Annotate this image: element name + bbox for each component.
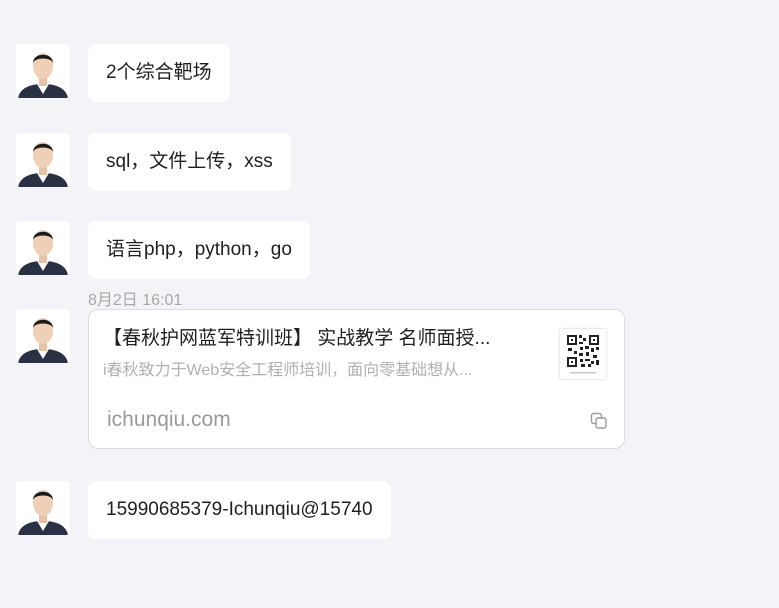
message-row: 语言php，python，go	[16, 221, 310, 279]
message-bubble[interactable]: 15990685379-Ichunqiu@15740	[88, 481, 391, 539]
link-card-title: 【春秋护网蓝军特训班】 实战教学 名师面授...	[103, 328, 491, 349]
avatar[interactable]	[16, 44, 70, 98]
avatar[interactable]	[16, 309, 70, 363]
message-row: 15990685379-Ichunqiu@15740	[16, 481, 391, 539]
avatar[interactable]	[16, 481, 70, 535]
avatar[interactable]	[16, 221, 70, 275]
link-card-description: i春秋致力于Web安全工程师培训，面向零基础想从...	[103, 362, 473, 379]
message-row: sql，文件上传，xss	[16, 133, 291, 191]
message-timestamp: 8月2日 16:01	[88, 292, 183, 309]
message-bubble[interactable]: sql，文件上传，xss	[88, 133, 291, 191]
copy-icon[interactable]	[590, 412, 608, 430]
message-bubble[interactable]: 语言php，python，go	[88, 221, 310, 279]
message-row: 【春秋护网蓝军特训班】 实战教学 名师面授... i春秋致力于Web安全工程师培…	[16, 309, 625, 449]
qr-code-icon	[560, 329, 606, 379]
message-row: 2个综合靶场	[16, 44, 230, 102]
link-card-source: ichunqiu.com	[107, 408, 231, 431]
link-card[interactable]: 【春秋护网蓝军特训班】 实战教学 名师面授... i春秋致力于Web安全工程师培…	[88, 309, 625, 449]
message-bubble[interactable]: 2个综合靶场	[88, 44, 230, 102]
avatar[interactable]	[16, 133, 70, 187]
